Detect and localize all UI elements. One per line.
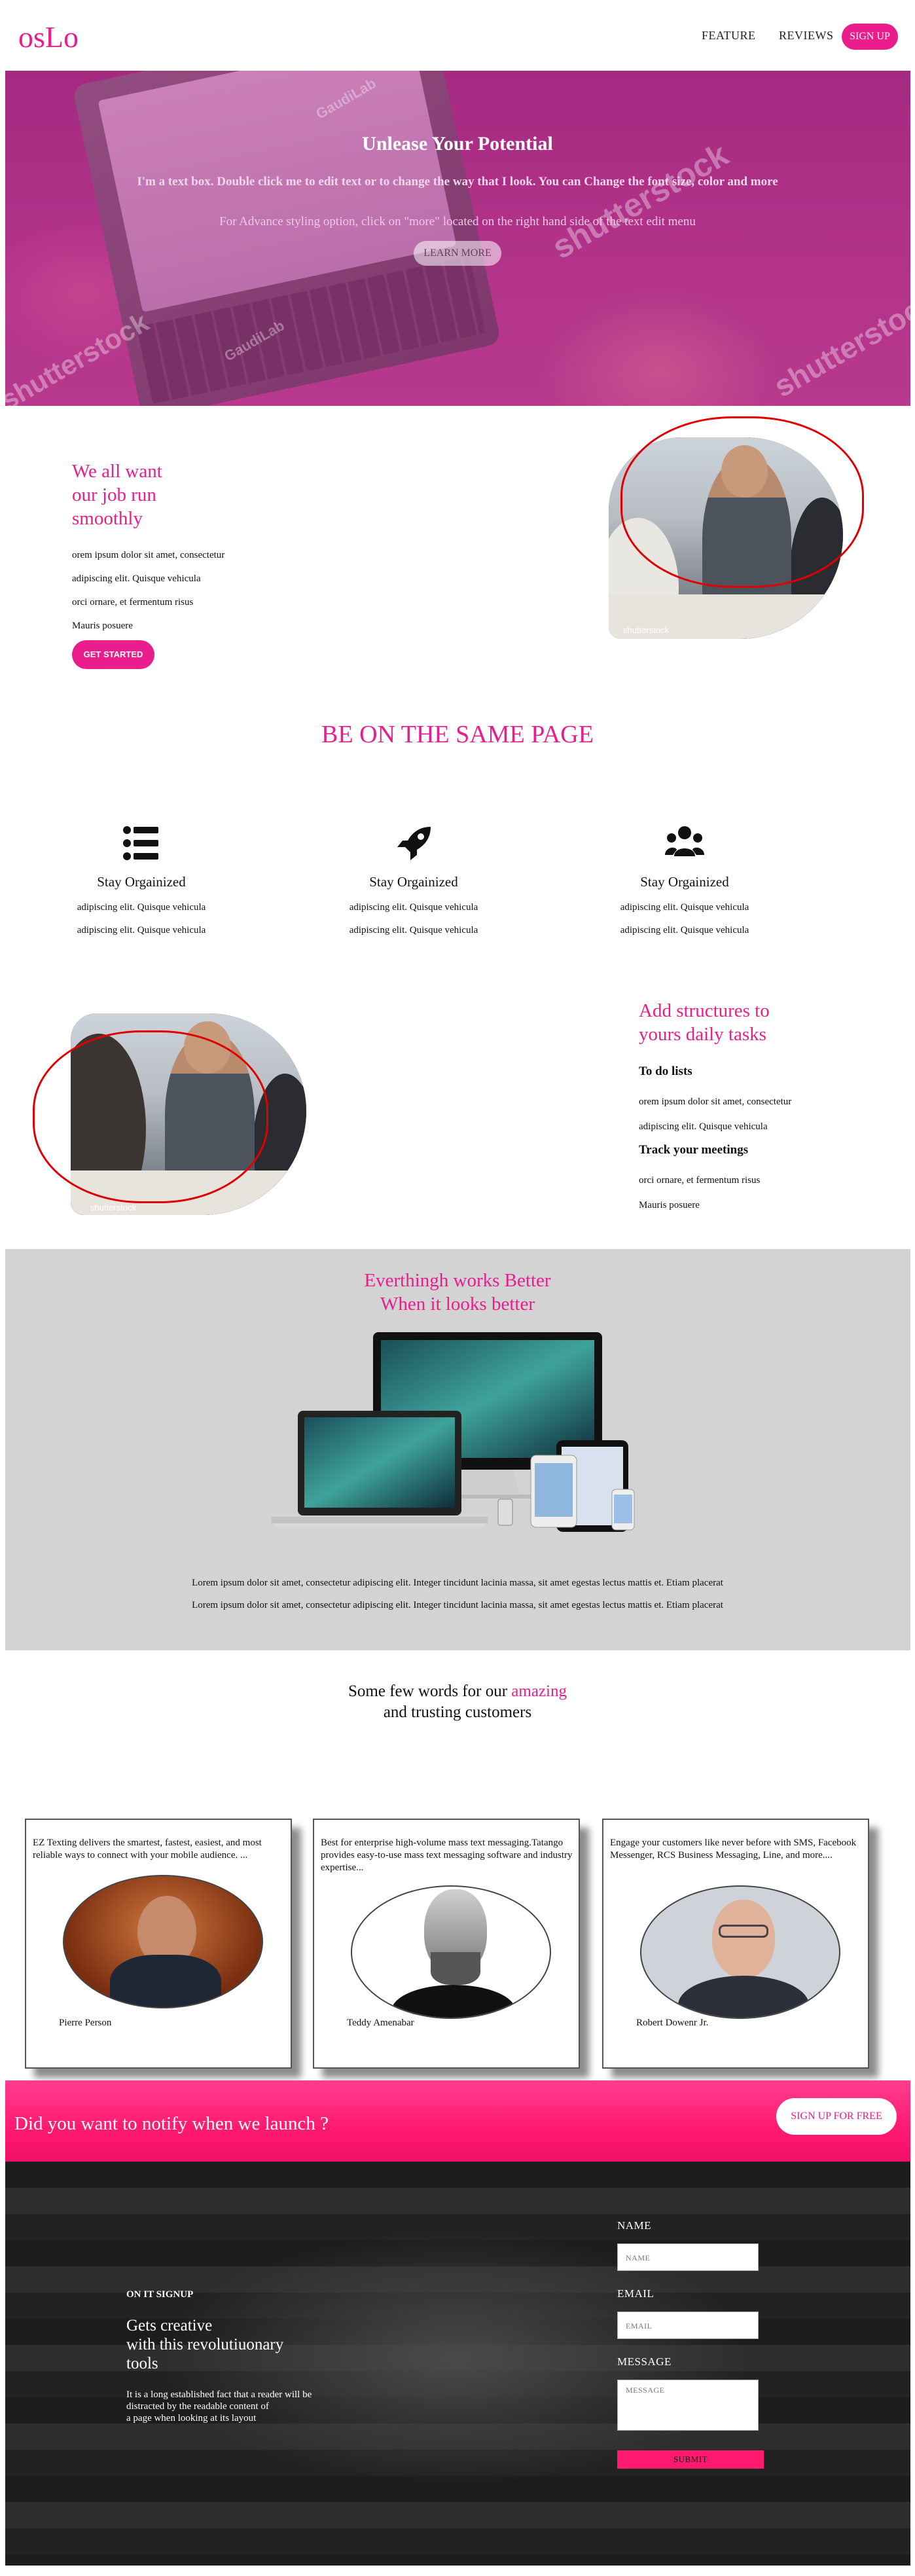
top-nav: osLo FEATURE REVIEWS SIGN UP <box>0 0 915 71</box>
signup-heading: Gets creative with this revolutiuonary t… <box>126 2317 284 2372</box>
message-field[interactable]: MESSAGE <box>617 2380 759 2431</box>
testimonial-card: Engage your customers like never before … <box>602 1819 869 2069</box>
todo-text: orem ipsum dolor sit amet, consectetur a… <box>639 1097 792 1132</box>
testimonials-title: Some few words for our amazing and trust… <box>348 1682 567 1721</box>
signup-free-button[interactable]: SIGN UP FOR FREE <box>776 2098 897 2135</box>
devices-text: Lorem ipsum dolor sit amet, consectetur … <box>192 1600 723 1610</box>
intro-text: orem ipsum dolor sit amet, consectetur a… <box>72 550 225 631</box>
get-started-button[interactable]: GET STARTED <box>72 640 154 669</box>
hero-subtext: For Advance styling option, click on "mo… <box>219 215 696 228</box>
testimonial-text: Engage your customers like never before … <box>610 1838 857 1860</box>
testimonial-card: EZ Texting delivers the smartest, fastes… <box>25 1819 292 2069</box>
name-field[interactable]: NAME <box>617 2243 759 2271</box>
nav-signup-button[interactable]: SIGN UP <box>842 24 898 50</box>
hero-banner: shutterstock shutterstock GaudiLab Gaudi… <box>5 71 910 406</box>
feature-text: adipiscing elit. Quisque vehicula <box>620 925 749 935</box>
devices-text: Lorem ipsum dolor sit amet, consectetur … <box>192 1578 723 1588</box>
intro-heading: We all want our job run smoothly <box>72 461 162 529</box>
hero-title: Unlease Your Potential <box>362 133 553 154</box>
feature-text: adipiscing elit. Quisque vehicula <box>77 925 206 935</box>
testimonial-card: Best for enterprise high-volume mass tex… <box>313 1819 580 2069</box>
devices-heading: Everthingh works Better When it looks be… <box>364 1270 551 1315</box>
feature-title: Stay Orgainized <box>369 874 458 890</box>
customer-photo <box>63 1875 263 2008</box>
notify-text: Did you want to notify when we launch ? <box>14 2113 329 2134</box>
feature-text: adipiscing elit. Quisque vehicula <box>77 902 206 913</box>
feature-text: adipiscing elit. Quisque vehicula <box>349 925 478 935</box>
feature-title: Stay Orgainized <box>640 874 729 890</box>
features-title: BE ON THE SAME PAGE <box>321 721 594 748</box>
track-text: orci ornare, et fermentum risus Mauris p… <box>639 1175 761 1210</box>
testimonial-text: Best for enterprise high-volume mass tex… <box>321 1838 573 1873</box>
photo-watermark: shutterstock <box>90 1203 137 1212</box>
customer-name: Robert Dowenr Jr. <box>636 2018 709 2028</box>
hero-text: I'm a text box. Double click me to edit … <box>137 175 778 189</box>
email-field[interactable]: EMAIL <box>617 2312 759 2339</box>
rocket-icon <box>397 827 431 860</box>
brand-logo[interactable]: osLo <box>18 20 79 54</box>
track-title: Track your meetings <box>639 1143 749 1157</box>
email-label: EMAIL <box>617 2287 655 2300</box>
photo-watermark: shutterstock <box>623 625 670 635</box>
feature-text: adipiscing elit. Quisque vehicula <box>620 902 749 913</box>
submit-button[interactable]: SUBMIT <box>617 2450 764 2469</box>
nav-reviews-link[interactable]: REVIEWS <box>779 29 834 43</box>
testimonial-text: EZ Texting delivers the smartest, fastes… <box>33 1838 262 1860</box>
nav-feature-link[interactable]: FEATURE <box>702 29 756 43</box>
users-icon <box>665 826 704 856</box>
devices-illustration <box>272 1332 635 1532</box>
todo-title: To do lists <box>639 1064 692 1078</box>
red-ring-decoration <box>33 1030 268 1203</box>
customer-name: Teddy Amenabar <box>347 2018 414 2028</box>
message-label: MESSAGE <box>617 2355 672 2368</box>
red-ring-decoration <box>620 416 864 588</box>
structures-heading: Add structures to yours daily tasks <box>639 1000 770 1045</box>
list-icon <box>123 826 158 860</box>
customer-photo <box>351 1885 551 2019</box>
learn-more-button[interactable]: LEARN MORE <box>414 241 501 266</box>
signup-kicker: ON IT SIGNUP <box>126 2289 194 2300</box>
name-label: NAME <box>617 2219 652 2232</box>
signup-body: It is a long established fact that a rea… <box>126 2389 312 2423</box>
customer-photo <box>640 1885 840 2019</box>
feature-text: adipiscing elit. Quisque vehicula <box>349 902 478 913</box>
feature-title: Stay Orgainized <box>97 874 186 890</box>
customer-name: Pierre Person <box>59 2018 112 2028</box>
